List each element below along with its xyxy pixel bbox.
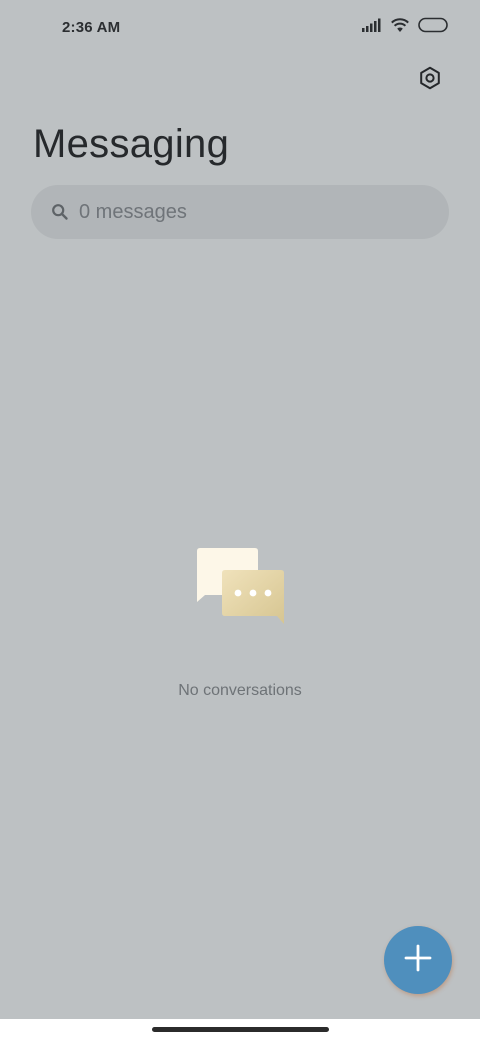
search-bar[interactable]: 0 messages xyxy=(31,185,449,239)
settings-icon xyxy=(418,66,442,95)
status-bar: 2:36 AM xyxy=(0,0,480,56)
plus-icon xyxy=(404,944,432,977)
new-conversation-button[interactable] xyxy=(384,926,452,994)
navigation-bar xyxy=(0,1019,480,1040)
status-icons xyxy=(362,17,450,37)
status-time: 2:36 AM xyxy=(62,19,121,36)
home-indicator[interactable] xyxy=(152,1027,329,1032)
empty-state-message: No conversations xyxy=(178,682,302,699)
wifi-icon xyxy=(390,17,410,38)
page-title: Messaging xyxy=(33,122,230,166)
search-placeholder: 0 messages xyxy=(79,200,187,223)
signal-icon xyxy=(362,18,382,37)
chat-bubbles-icon xyxy=(190,540,290,630)
search-icon xyxy=(51,203,69,221)
battery-icon xyxy=(418,17,450,38)
settings-button[interactable] xyxy=(412,62,448,98)
